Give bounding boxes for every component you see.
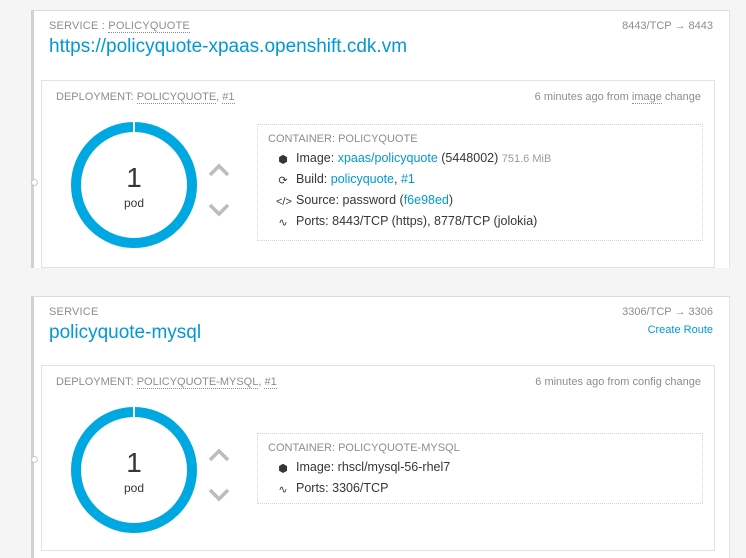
chevron-up-icon — [208, 448, 230, 462]
container-ports-row: ∿ Ports: 8443/TCP (https), 8778/TCP (jolo… — [276, 214, 537, 229]
container-ports-row: ∿ Ports: 3306/TCP — [276, 481, 388, 496]
trigger-link[interactable]: image — [631, 91, 662, 104]
deployment-number-link[interactable]: #1 — [264, 376, 277, 389]
service-card-policyquote-mysql: SERVICE 3306/TCP → 3306 Create Route pol… — [31, 296, 730, 558]
chevron-down-icon — [208, 488, 230, 502]
create-route-link[interactable]: Create Route — [648, 324, 713, 336]
deployment-card: DEPLOYMENT: POLICYQUOTE-MYSQL, #1 6 minu… — [31, 365, 715, 551]
scale-down-button[interactable] — [205, 485, 233, 505]
commit-link[interactable]: f6e98ed — [404, 193, 449, 207]
pod-unit: pod — [123, 196, 145, 210]
deployment-label: DEPLOYMENT: POLICYQUOTE, #1 — [56, 91, 235, 104]
deployment-card: DEPLOYMENT: POLICYQUOTE, #1 6 minutes ag… — [31, 80, 715, 268]
image-size: 751.6 MiB — [501, 153, 552, 165]
build-link[interactable]: policyquote — [331, 172, 394, 186]
deployment-time: 6 minutes ago from config change — [535, 376, 701, 388]
chevron-up-icon — [208, 163, 230, 177]
container-image-row: ⬢ Image: xpaas/policyquote (5448002) 751.… — [276, 151, 551, 166]
chevron-down-icon — [208, 203, 230, 217]
container-label: CONTAINER: POLICYQUOTE-MYSQL — [268, 442, 460, 454]
code-icon: </> — [276, 196, 292, 208]
pod-donut-chart[interactable]: 1 pod — [69, 120, 199, 250]
deployment-name-link[interactable]: POLICYQUOTE-MYSQL — [136, 376, 259, 389]
service-route-link[interactable]: https://policyquote-xpaas.openshift.cdk.… — [49, 36, 407, 58]
container-label: CONTAINER: POLICYQUOTE — [268, 133, 418, 145]
cube-icon: ⬢ — [278, 463, 288, 475]
scale-down-button[interactable] — [205, 200, 233, 220]
deployment-number-link[interactable]: #1 — [222, 91, 235, 104]
service-name-link[interactable]: policyquote-mysql — [49, 322, 201, 344]
pod-count: 1 — [126, 162, 142, 193]
service-label: SERVICE : POLICYQUOTE — [49, 20, 190, 33]
container-build-row: ⟳ Build: policyquote, #1 — [276, 172, 415, 187]
scale-up-button[interactable] — [205, 160, 233, 180]
container-details: CONTAINER: POLICYQUOTE-MYSQL ⬢ Image: rhs… — [257, 433, 703, 504]
image-link[interactable]: xpaas/policyquote — [338, 151, 438, 165]
service-card-policyquote: SERVICE : POLICYQUOTE 8443/TCP → 8443 ht… — [31, 10, 730, 268]
pod-donut-chart[interactable]: 1 pod — [69, 405, 199, 535]
container-source-row: </> Source: password (f6e98ed) — [276, 193, 454, 208]
deployment-label: DEPLOYMENT: POLICYQUOTE-MYSQL, #1 — [56, 376, 277, 389]
pulse-icon: ∿ — [278, 484, 288, 496]
deployment-name-link[interactable]: POLICYQUOTE — [136, 91, 217, 104]
service-ports: 8443/TCP → 8443 — [622, 20, 713, 32]
scale-up-button[interactable] — [205, 445, 233, 465]
container-image-row: ⬢ Image: rhscl/mysql-56-rhel7 — [276, 460, 450, 475]
pod-count: 1 — [126, 447, 142, 478]
cube-icon: ⬢ — [278, 154, 288, 166]
build-number-link[interactable]: #1 — [401, 172, 415, 186]
service-label: SERVICE — [49, 306, 99, 318]
refresh-icon: ⟳ — [278, 175, 288, 187]
service-ports: 3306/TCP → 3306 — [622, 306, 713, 318]
service-name-link[interactable]: POLICYQUOTE — [108, 20, 190, 33]
pulse-icon: ∿ — [278, 217, 288, 229]
connector-dot — [31, 179, 38, 186]
pod-unit: pod — [123, 481, 145, 495]
container-details: CONTAINER: POLICYQUOTE ⬢ Image: xpaas/pol… — [257, 124, 703, 241]
connector-dot — [31, 456, 38, 463]
deployment-time: 6 minutes ago from image change — [534, 91, 701, 104]
